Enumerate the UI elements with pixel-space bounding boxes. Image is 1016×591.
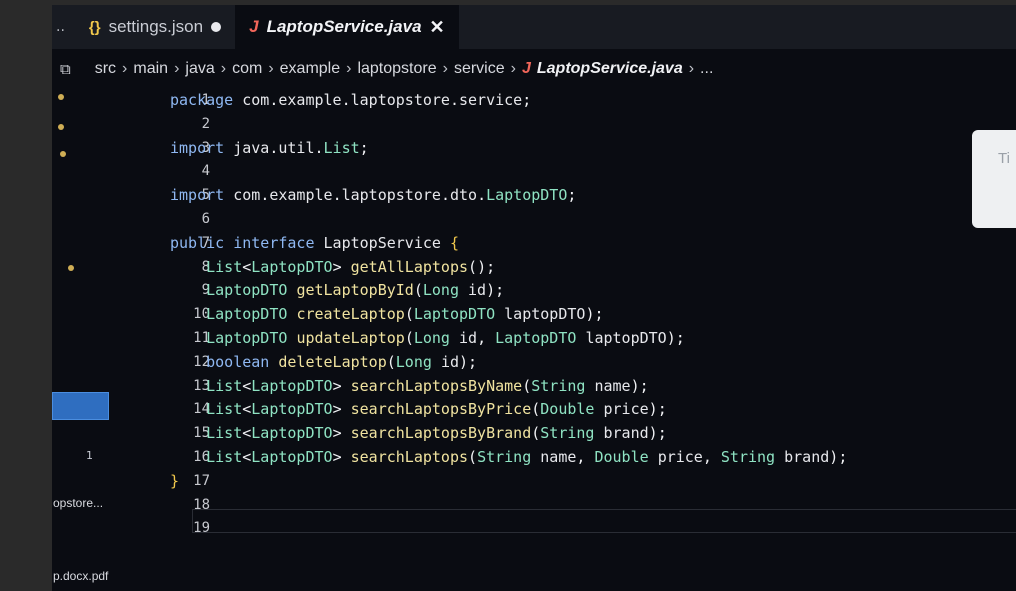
code-line[interactable]: LaptopDTO getLaptopById(Long id); <box>170 279 847 303</box>
sidebar-item-docx[interactable]: p.docx.pdf <box>53 569 108 583</box>
current-line-highlight <box>192 509 1016 533</box>
sidebar-item-opstore[interactable]: opstore... <box>53 496 103 510</box>
breadcrumb-item[interactable]: example <box>280 60 340 78</box>
code-line[interactable] <box>170 208 847 232</box>
code-line[interactable]: package com.example.laptopstore.service; <box>170 89 847 113</box>
code-line[interactable]: import java.util.List; <box>170 137 847 161</box>
breadcrumb-item[interactable]: main <box>133 60 168 78</box>
code-line[interactable]: LaptopDTO createLaptop(LaptopDTO laptopD… <box>170 303 847 327</box>
breadcrumb-item[interactable]: src <box>95 60 116 78</box>
breadcrumb-item[interactable]: service <box>454 60 505 78</box>
java-file-icon: J <box>249 17 259 36</box>
hover-card: Ti <box>972 130 1016 228</box>
hover-card-text: Ti <box>998 150 1010 167</box>
unsaved-dot-icon[interactable] <box>211 22 222 32</box>
code-line[interactable] <box>170 113 847 137</box>
breadcrumb-more[interactable]: ... <box>700 60 713 78</box>
breadcrumb: ⧉ src › main › java › com › example › la… <box>52 49 1016 89</box>
tab-label: settings.json <box>108 17 204 36</box>
code-line[interactable]: public interface LaptopService { <box>170 232 847 256</box>
code-line[interactable]: List<LaptopDTO> searchLaptops(String nam… <box>170 446 847 470</box>
breadcrumb-item[interactable]: com <box>232 60 262 78</box>
chevron-right-icon: › <box>268 60 274 77</box>
chevron-right-icon: › <box>122 60 128 77</box>
code-line[interactable]: List<LaptopDTO> getAllLaptops(); <box>170 256 847 280</box>
tab-overflow[interactable]: .. <box>52 19 75 35</box>
sidebar-selected-item[interactable] <box>52 392 109 420</box>
breadcrumb-item[interactable]: java <box>185 60 214 78</box>
code-line[interactable]: boolean deleteLaptop(Long id); <box>170 351 847 375</box>
tab-label: LaptopService.java <box>266 17 422 36</box>
split-editor-icon[interactable]: ⧉ <box>60 61 71 78</box>
sidebar-badge: 1 <box>86 449 93 462</box>
chevron-right-icon: › <box>220 60 227 77</box>
code-line[interactable]: } <box>170 470 847 494</box>
code-editor[interactable]: package com.example.laptopstore.service;… <box>170 89 847 541</box>
chevron-right-icon: › <box>174 60 180 77</box>
code-line[interactable] <box>170 160 847 184</box>
chevron-right-icon: › <box>346 60 352 77</box>
git-change-dot-icon <box>58 94 64 100</box>
editor-window: .. {} settings.json J LaptopService.java… <box>52 5 1016 591</box>
java-file-icon: J <box>521 60 531 77</box>
code-line[interactable]: import com.example.laptopstore.dto.Lapto… <box>170 184 847 208</box>
git-change-dot-icon <box>58 124 64 130</box>
git-change-dot-icon <box>60 151 66 157</box>
json-file-icon: {} <box>88 18 101 36</box>
breadcrumb-item[interactable]: laptopstore <box>357 60 436 78</box>
tab-bar: .. {} settings.json J LaptopService.java… <box>52 5 1016 49</box>
close-icon[interactable]: ✕ <box>430 17 445 38</box>
code-line[interactable]: List<LaptopDTO> searchLaptopsByBrand(Str… <box>170 422 847 446</box>
code-line[interactable]: List<LaptopDTO> searchLaptopsByName(Stri… <box>170 375 847 399</box>
code-line[interactable]: LaptopDTO updateLaptop(Long id, LaptopDT… <box>170 327 847 351</box>
code-line[interactable]: List<LaptopDTO> searchLaptopsByPrice(Dou… <box>170 398 847 422</box>
chevron-right-icon: › <box>510 60 516 77</box>
tab-laptopservice-java[interactable]: J LaptopService.java ✕ <box>235 5 459 49</box>
git-change-dot-icon <box>68 265 74 271</box>
chevron-right-icon: › <box>688 60 695 77</box>
breadcrumb-file[interactable]: LaptopService.java <box>537 60 683 78</box>
chevron-right-icon: › <box>442 60 448 77</box>
tab-settings-json[interactable]: {} settings.json <box>75 5 235 49</box>
